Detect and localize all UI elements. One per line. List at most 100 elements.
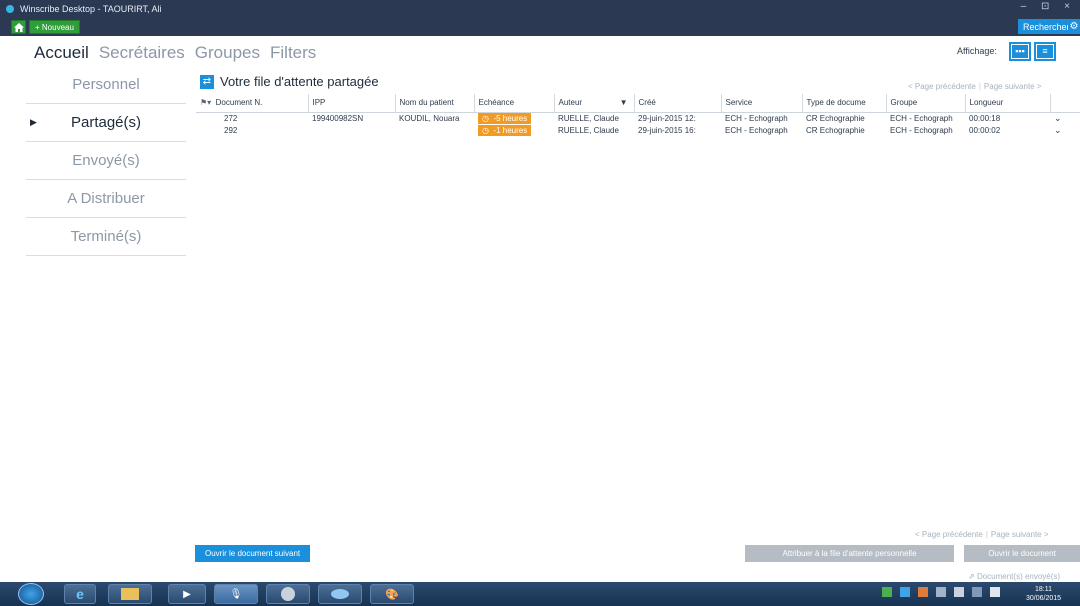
cell-auteur: RUELLE, Claude — [558, 125, 619, 135]
tray-monitor-icon[interactable] — [936, 587, 946, 597]
chevron-down-icon[interactable]: ⌄ — [1054, 125, 1062, 135]
tray-flag-icon[interactable] — [918, 587, 928, 597]
send-icon: ⇗ — [968, 572, 975, 581]
tab-accueil[interactable]: Accueil — [34, 43, 89, 63]
tab-groupes[interactable]: Groupes — [195, 43, 260, 63]
display-icon[interactable] — [972, 587, 982, 597]
column-label: Document N. — [215, 98, 263, 108]
deadline-badge: ◷ -5 heures — [478, 112, 532, 124]
cell-ipp: 199400982SN — [312, 113, 364, 123]
gear-icon[interactable]: ⚙ — [1068, 19, 1080, 34]
nouveau-button[interactable]: + Nouveau — [29, 20, 80, 34]
sidebar-item-label: A Distribuer — [67, 190, 145, 207]
assign-personal-queue-button[interactable]: Attribuer à la file d'attente personnell… — [745, 545, 954, 562]
cell-ipp — [308, 124, 395, 136]
list-view-button[interactable]: ≡ — [1034, 42, 1056, 61]
cell-type: CR Echographie — [806, 125, 865, 135]
media-player-icon[interactable]: ▶ — [168, 584, 206, 604]
prev-page-link[interactable]: < Page précédente — [915, 530, 983, 539]
table-row[interactable]: 292 ◷ -1 heures RUELLE, Claude 29-juin-2… — [196, 124, 1080, 136]
clock-time: 18:11 — [1035, 586, 1053, 593]
disc-icon[interactable] — [266, 584, 310, 604]
swap-icon: ⇄ — [200, 74, 214, 89]
sidebar-item-label: Terminé(s) — [70, 228, 142, 245]
cell-cree: 29-juin-2015 12: — [638, 113, 696, 123]
toolbar: + Nouveau Rechercher ⚙ — [0, 17, 1080, 36]
sidebar-item-partages[interactable]: ▶ Partagé(s) — [26, 104, 186, 142]
grid-view-icon: ▪▪▪ — [1012, 45, 1028, 58]
cell-service: ECH - Echograph — [725, 113, 788, 123]
column-header-document[interactable]: ⚑▾ Document N. — [196, 94, 309, 113]
home-button[interactable] — [11, 20, 26, 34]
network-icon[interactable] — [882, 587, 892, 597]
next-page-link[interactable]: Page suivante > — [991, 530, 1049, 539]
sidebar-item-termines[interactable]: Terminé(s) — [26, 218, 186, 256]
open-document-button[interactable]: Ouvrir le document — [964, 545, 1080, 562]
document-table: ⚑▾ Document N. IPP Nom du patient Echéan… — [196, 94, 1080, 136]
mic-glyph: 🎙 — [229, 588, 243, 600]
sent-documents-link[interactable]: ⇗ Document(s) envoyé(s) — [968, 572, 1060, 581]
tray-app-icon[interactable] — [900, 587, 910, 597]
window-title: Winscribe Desktop - TAOURIRT, Ali — [20, 3, 162, 14]
window-controls[interactable]: – ⊡ × — [1021, 1, 1076, 12]
column-header-auteur[interactable]: Auteur ▼ — [554, 94, 635, 113]
folder-glyph — [121, 588, 139, 600]
table-row[interactable]: 272 199400982SN KOUDIL, Nouara ◷ -5 heur… — [196, 112, 1080, 124]
home-icon — [13, 22, 24, 32]
sidebar-item-personnel[interactable]: Personnel — [26, 66, 186, 104]
grid-view-button[interactable]: ▪▪▪ — [1009, 42, 1031, 61]
tab-filters[interactable]: Filters — [270, 43, 316, 63]
cell-echeance: ◷ -5 heures — [474, 112, 554, 124]
open-next-document-button[interactable]: Ouvrir le document suivant — [195, 545, 311, 562]
column-header-groupe[interactable]: Groupe — [886, 94, 966, 113]
winscribe-icon[interactable]: 🎙 — [214, 584, 258, 604]
column-header-actions — [1050, 94, 1080, 113]
play-glyph: ▶ — [183, 588, 191, 600]
clock-date: 30/06/2015 — [1026, 595, 1062, 602]
volume-icon[interactable] — [990, 587, 1000, 597]
queue-header: ⇄ Votre file d'attente partagée — [200, 74, 379, 89]
cell-document: 292 — [224, 125, 238, 135]
cell-longueur: 00:00:18 — [969, 113, 1001, 123]
column-header-type[interactable]: Type de docume — [802, 94, 887, 113]
app-taskbar-icon[interactable] — [318, 584, 362, 604]
column-header-service[interactable]: Service — [721, 94, 803, 113]
chevron-down-icon[interactable]: ⌄ — [1054, 113, 1062, 123]
paint-icon[interactable]: 🎨 — [370, 584, 414, 604]
file-explorer-icon[interactable] — [108, 584, 152, 604]
cell-auteur: RUELLE, Claude — [558, 113, 619, 123]
app-icon — [6, 4, 14, 13]
ie-icon[interactable]: e — [64, 584, 96, 604]
cell-groupe: ECH - Echograph — [890, 113, 953, 123]
rechercher-button[interactable]: Rechercher — [1018, 19, 1075, 34]
sidebar-item-label: Envoyé(s) — [72, 152, 140, 169]
cell-actions: ⌄ — [1050, 112, 1080, 124]
cell-patient: KOUDIL, Nouara — [399, 113, 460, 123]
taskbar: e ▶ 🎙 🎨 18:11 30/06/2015 — [0, 582, 1080, 606]
top-pager: < Page précédente | Page suivante > — [908, 82, 1042, 91]
ie-glyph: e — [76, 586, 84, 602]
column-header-longueur[interactable]: Longueur — [965, 94, 1051, 113]
sidebar-item-envoyes[interactable]: Envoyé(s) — [26, 142, 186, 180]
next-page-link[interactable]: Page suivante > — [984, 82, 1042, 91]
column-header-ipp[interactable]: IPP — [308, 94, 396, 113]
tab-secretaires[interactable]: Secrétaires — [99, 43, 185, 63]
prev-page-link[interactable]: < Page précédente — [908, 82, 976, 91]
cell-actions: ⌄ — [1050, 124, 1080, 136]
start-button[interactable] — [18, 583, 44, 605]
cell-document: 272 — [224, 113, 238, 123]
app-glyph — [331, 589, 349, 599]
column-header-patient[interactable]: Nom du patient — [395, 94, 475, 113]
column-header-cree[interactable]: Créé — [634, 94, 722, 113]
selected-arrow-icon: ▶ — [30, 117, 37, 127]
column-header-echeance[interactable]: Echéance — [474, 94, 555, 113]
clock[interactable]: 18:11 30/06/2015 — [1026, 585, 1061, 603]
clock-icon: ◷ — [482, 113, 489, 123]
deadline-badge: ◷ -1 heures — [478, 124, 532, 136]
disc-glyph — [281, 587, 295, 601]
main-nav: Accueil Secrétaires Groupes Filters — [34, 43, 316, 63]
action-center-icon[interactable] — [954, 587, 964, 597]
cell-echeance: ◷ -1 heures — [474, 124, 554, 136]
sidebar-item-a-distribuer[interactable]: A Distribuer — [26, 180, 186, 218]
filter-icon[interactable]: ▼ — [620, 98, 628, 107]
